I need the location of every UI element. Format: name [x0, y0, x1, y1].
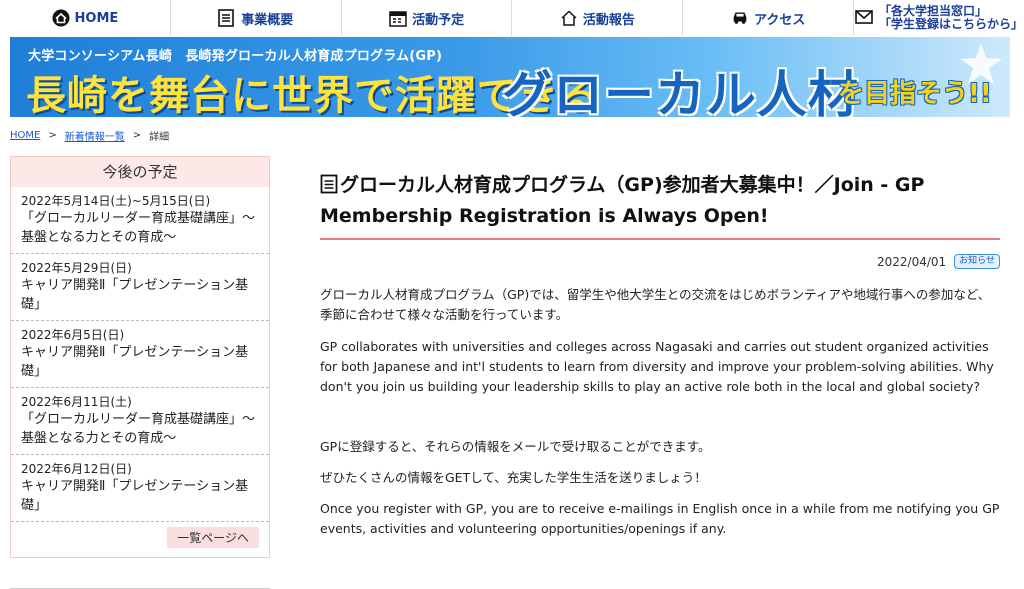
nav-register[interactable]: 「各大学担当窓口」 「学生登録はこちらから」 [854, 0, 1024, 36]
nav-access[interactable]: アクセス [683, 0, 855, 36]
nav-access-label: アクセス [754, 12, 806, 28]
nav-home-label: HOME [74, 10, 119, 26]
article-title-heading: グローカル人材育成プログラム（GP)参加者大募集中！／Join - GP Mem… [320, 170, 1000, 240]
article-paragraph: グローカル人材育成プログラム（GP)では、留学生や他大学生との交流をはじめボラン… [320, 287, 991, 322]
article-paragraph: ぜひたくさんの情報をGETして、充実した学生生活を送りましょう！ [320, 470, 707, 485]
banner-subtitle: 大学コンソーシアム長崎 長崎発グローカル人材育成プログラム(GP) [28, 49, 443, 64]
nav-business[interactable]: 事業概要 [171, 0, 342, 36]
event-item[interactable]: 2022年5月14日(土)~5月15日(日) 「グローカルリーダー育成基礎講座」… [11, 187, 269, 254]
event-date: 2022年5月14日(土)~5月15日(日) [21, 194, 211, 208]
star-icon [960, 43, 1002, 84]
article-paragraph: GP collaborates with universities and co… [320, 339, 994, 394]
banner-headline-part2: グローカル人材 [502, 66, 859, 117]
nav-reports[interactable]: 活動報告 [512, 0, 684, 36]
event-item[interactable]: 2022年6月5日(日) キャリア開発Ⅱ「プレゼンテーション基礎」 [11, 321, 269, 388]
event-date: 2022年6月11日(土) [21, 395, 132, 409]
event-item[interactable]: 2022年6月12日(日) キャリア開発Ⅱ「プレゼンテーション基礎」 [11, 455, 269, 522]
nav-home[interactable]: HOME [0, 0, 171, 36]
event-title: キャリア開発Ⅱ「プレゼンテーション基礎」 [21, 479, 249, 513]
article-meta: 2022/04/01 お知らせ [320, 254, 1000, 269]
calendar-icon [389, 9, 407, 27]
event-item[interactable]: 2022年5月29日(日) キャリア開発Ⅱ「プレゼンテーション基礎」 [11, 254, 269, 321]
nav-reports-label: 活動報告 [582, 12, 635, 28]
breadcrumb-separator: > [48, 130, 57, 141]
home-icon [52, 9, 70, 27]
nav-events[interactable]: 活動予定 [342, 0, 513, 36]
breadcrumb-separator: > [132, 130, 142, 141]
nav-register-line2: 「学生登録はこちらから」 [879, 17, 1024, 31]
article-paragraph: GPに登録すると、それらの情報をメールで受け取ることができます。 [320, 439, 711, 454]
category-badge: お知らせ [954, 254, 1000, 269]
top-navigation: HOME 事業概要 活動予定 活動報告 アクセス 「各大学担当窓口」 「学生登録… [0, 0, 1024, 36]
event-title: 「グローカルリーダー育成基礎講座」～基盤となる力とその育成～ [21, 412, 256, 446]
event-date: 2022年6月5日(日) [21, 328, 125, 342]
nav-business-label: 事業概要 [241, 12, 294, 28]
upcoming-events-sidebar: 今後の予定 2022年5月14日(土)~5月15日(日) 「グローカルリーダー育… [10, 156, 270, 558]
hero-banner: 大学コンソーシアム長崎 長崎発グローカル人材育成プログラム(GP) 長崎を舞台に… [10, 37, 1010, 117]
article-paragraph: Once you register with GP, you are to re… [320, 501, 1000, 536]
event-date: 2022年6月12日(日) [21, 462, 132, 476]
breadcrumb-news-list[interactable]: 新着情報一覧 [65, 128, 125, 143]
nav-events-label: 活動予定 [412, 12, 465, 28]
event-date: 2022年5月29日(日) [21, 261, 132, 275]
breadcrumb-home[interactable]: HOME [10, 130, 40, 141]
article-title: グローカル人材育成プログラム（GP)参加者大募集中！／Join - GP Mem… [320, 174, 925, 227]
document-icon [218, 9, 236, 27]
event-item[interactable]: 2022年6月11日(土) 「グローカルリーダー育成基礎講座」～基盤となる力とそ… [11, 388, 269, 455]
event-title: キャリア開発Ⅱ「プレゼンテーション基礎」 [21, 345, 249, 379]
view-all-events-button[interactable]: 一覧ページへ [167, 527, 259, 548]
house-outline-icon [560, 9, 578, 27]
car-icon [731, 9, 749, 27]
document-icon [320, 174, 338, 194]
article-date: 2022/04/01 [877, 254, 947, 269]
news-article: グローカル人材育成プログラム（GP)参加者大募集中！／Join - GP Mem… [320, 170, 1000, 539]
event-title: 「グローカルリーダー育成基礎講座」～基盤となる力とその育成～ [21, 211, 256, 245]
breadcrumb: HOME > 新着情報一覧 > 詳細 [10, 128, 169, 143]
breadcrumb-current: 詳細 [149, 132, 170, 143]
mail-icon [855, 9, 873, 27]
event-title: キャリア開発Ⅱ「プレゼンテーション基礎」 [21, 278, 249, 312]
sidebar-title: 今後の予定 [11, 157, 269, 187]
